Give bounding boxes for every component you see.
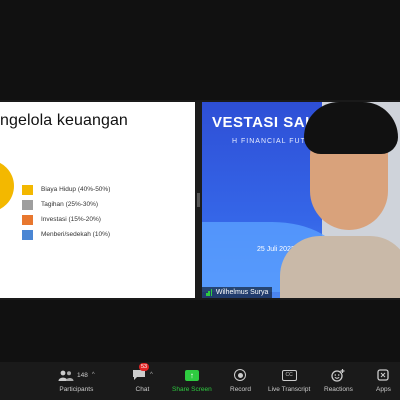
top-letterbox bbox=[0, 0, 400, 100]
reactions-button[interactable]: Reactions bbox=[324, 368, 353, 393]
legend-item: Menberi/sedekah (10%) bbox=[22, 227, 110, 242]
share-screen-button[interactable]: ↑ Share Screen bbox=[172, 368, 212, 393]
participants-icon bbox=[58, 370, 74, 381]
apps-label: Apps bbox=[376, 386, 391, 393]
smiley-plus-icon bbox=[331, 368, 345, 382]
live-transcript-label: Live Transcript bbox=[268, 386, 311, 393]
participant-count: 148 bbox=[77, 371, 88, 379]
reactions-label: Reactions bbox=[324, 386, 353, 393]
legend-label: Tagihan (25%-30%) bbox=[41, 201, 99, 208]
live-transcript-button[interactable]: CC Live Transcript bbox=[268, 368, 310, 393]
share-screen-label: Share Screen bbox=[172, 386, 212, 393]
participants-label: Participants bbox=[59, 386, 94, 393]
closed-caption-icon: CC bbox=[281, 369, 297, 381]
unread-badge: 53 bbox=[139, 363, 150, 371]
participants-button[interactable]: 148 ^ Participants bbox=[58, 368, 95, 393]
legend-item: Investasi (15%-20%) bbox=[22, 212, 110, 227]
participant-video-tile[interactable]: VESTASI SAHAM H FINANCIAL FUTURE 25 Juli… bbox=[202, 102, 400, 298]
legend-item: Tagihan (25%-30%) bbox=[22, 197, 110, 212]
legend-item: Biaya Hidup (40%-50%) bbox=[22, 182, 110, 197]
chat-label: Chat bbox=[135, 386, 150, 393]
pie-legend: Biaya Hidup (40%-50%) Tagihan (25%-30%) … bbox=[22, 182, 110, 242]
apps-icon bbox=[377, 369, 390, 381]
legend-swatch bbox=[22, 199, 33, 210]
pie-chart bbox=[0, 160, 14, 212]
chevron-up-icon[interactable]: ^ bbox=[92, 372, 95, 378]
speaker-body bbox=[280, 236, 400, 298]
speaker-hair bbox=[304, 102, 398, 154]
legend-swatch bbox=[22, 214, 33, 225]
divider-drag-handle[interactable] bbox=[197, 193, 200, 207]
slide-title: ngelola keuangan bbox=[0, 112, 128, 129]
record-icon bbox=[234, 369, 247, 381]
legend-label: Investasi (15%-20%) bbox=[41, 216, 101, 223]
record-label: Record bbox=[230, 386, 251, 393]
participant-name-tag: Wilhelmus Surya bbox=[202, 287, 273, 298]
shared-slide-tile[interactable]: ngelola keuangan Biaya Hidup (40%-50%) T… bbox=[0, 102, 195, 298]
legend-label: Biaya Hidup (40%-50%) bbox=[41, 186, 111, 193]
chevron-up-icon[interactable]: ^ bbox=[150, 372, 153, 378]
signal-strength-icon bbox=[206, 289, 213, 296]
meeting-toolbar: 148 ^ Participants 53 ^ Chat ↑ Share Scr… bbox=[0, 362, 400, 400]
participant-name: Wilhelmus Surya bbox=[215, 289, 269, 296]
share-screen-icon: ↑ bbox=[184, 369, 199, 381]
legend-swatch bbox=[22, 229, 33, 240]
apps-button[interactable]: Apps bbox=[376, 368, 391, 393]
record-button[interactable]: Record bbox=[230, 368, 251, 393]
bottom-letterbox bbox=[0, 300, 400, 362]
legend-label: Menberi/sedekah (10%) bbox=[41, 231, 111, 238]
legend-swatch bbox=[22, 184, 33, 195]
chat-button[interactable]: 53 ^ Chat bbox=[132, 363, 153, 393]
